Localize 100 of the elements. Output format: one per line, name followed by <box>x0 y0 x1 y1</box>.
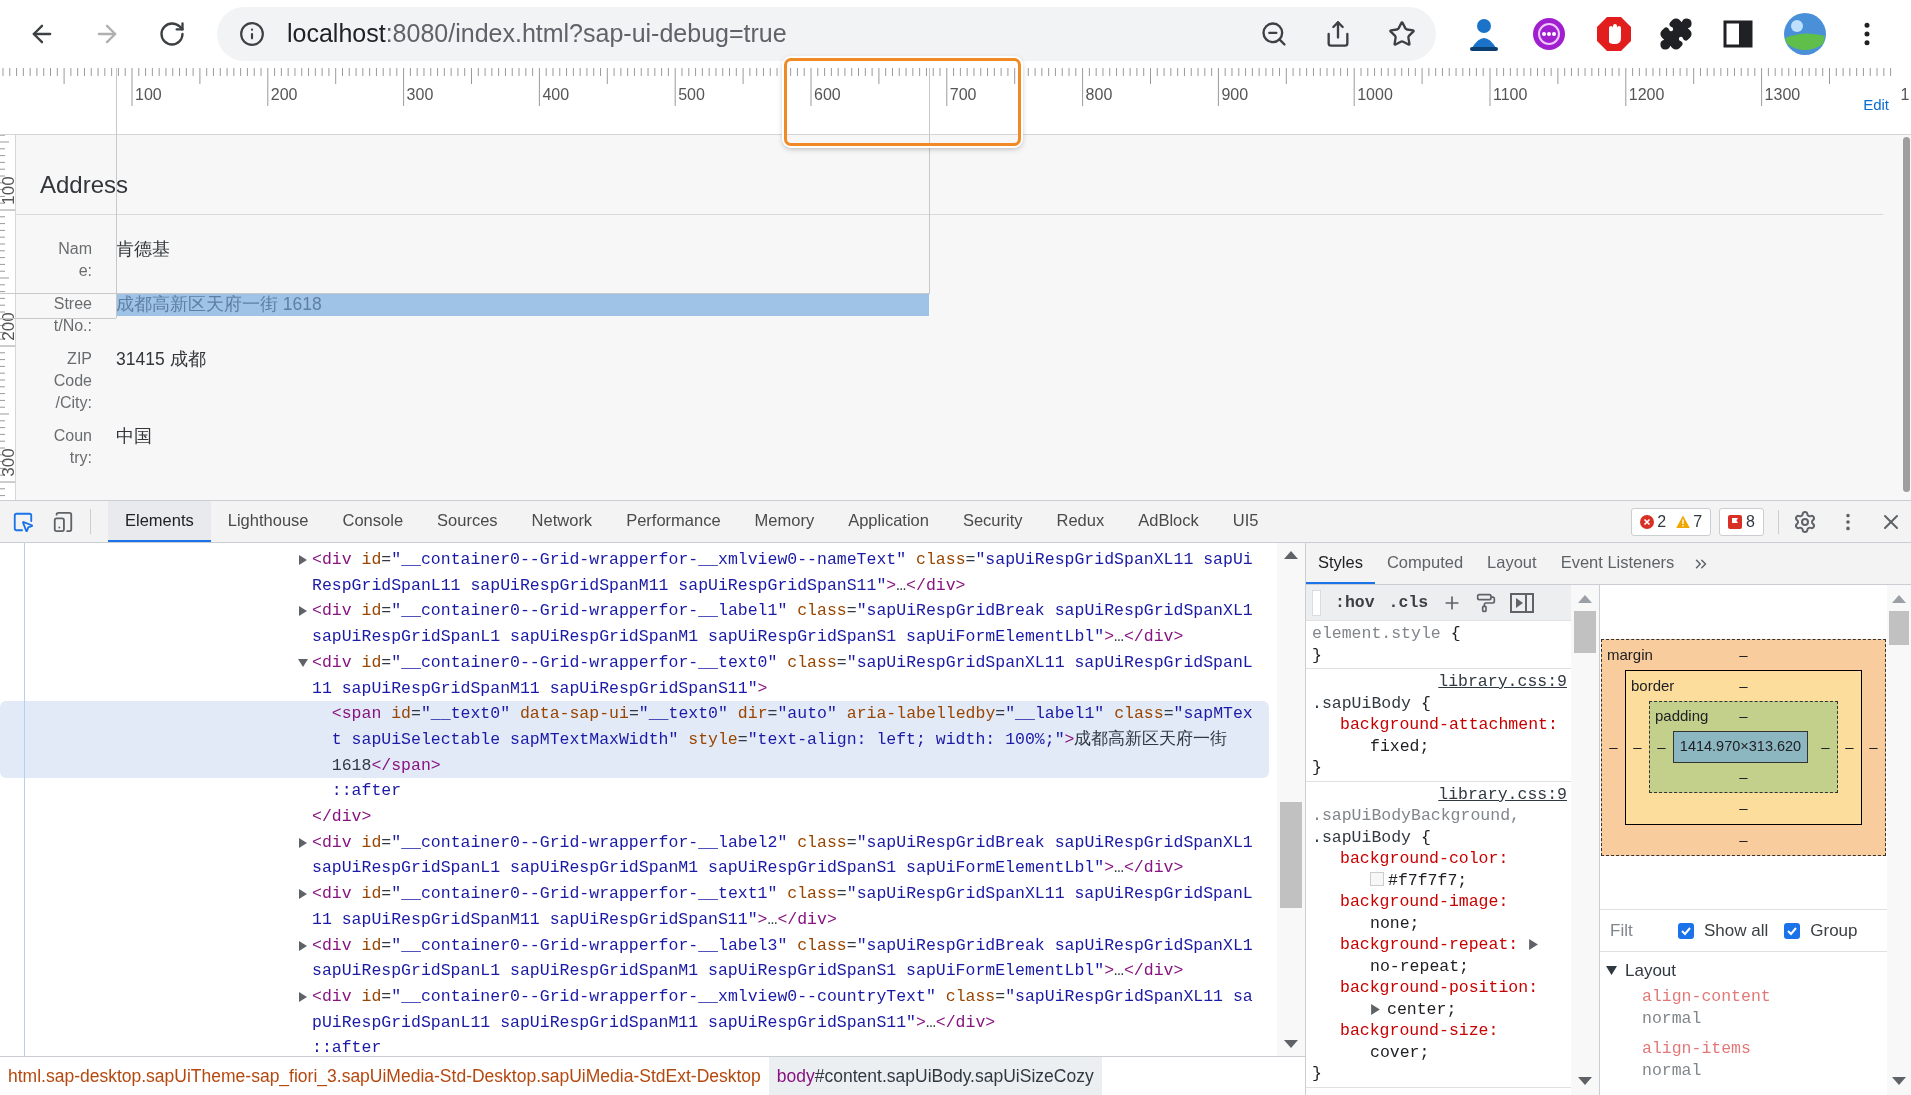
scrollbar[interactable] <box>1889 611 1909 645</box>
paint-roller-icon[interactable] <box>1476 592 1497 613</box>
disclosure-triangle-icon[interactable] <box>298 606 308 617</box>
ruler-label: 300 <box>0 447 17 479</box>
devtools-tab[interactable]: Sources <box>420 501 515 542</box>
css-selector[interactable]: .sapUiBodyBackground, .sapUiBody { <box>1312 805 1567 848</box>
box-label: border <box>1630 675 1675 696</box>
css-declaration[interactable]: background-size: cover; <box>1340 1020 1558 1063</box>
scrollbar[interactable] <box>1574 611 1596 653</box>
closing-brace: } <box>1312 1063 1323 1085</box>
breadcrumb[interactable]: html.sap-desktop.sapUiTheme-sap_fiori_3.sapUiMedia-Std-Desktop.sapUiMedia-StdExt-Desktop <box>0 1057 769 1095</box>
box-value: – <box>1820 736 1831 757</box>
sidebar-tab[interactable]: Layout <box>1475 543 1549 584</box>
issues-badge[interactable]: 8 <box>1719 507 1764 536</box>
puzzle-icon[interactable] <box>1659 17 1693 51</box>
selected-row[interactable]: <span id="__text0" data-sap-ui="__text0" dir="auto" aria-labelledby="__label1" class="sapMText sapUiSelectable sapMTextMaxWidth" style="text-align: left; width: 100%;">成都高新区天府一街 1618</span> <box>0 701 1269 779</box>
devtools-tab[interactable]: Performance <box>609 501 738 542</box>
box-value: – <box>1608 737 1619 758</box>
source-link[interactable]: library.css:9 <box>1438 671 1567 693</box>
scroll-down-icon[interactable] <box>1284 1040 1298 1048</box>
disclosure-triangle-icon[interactable] <box>298 889 308 900</box>
class-toggle[interactable]: .cls <box>1388 591 1429 614</box>
closing-brace: } <box>1312 757 1323 779</box>
devtools-tab[interactable]: Security <box>945 501 1040 542</box>
dom-node-line[interactable]: <div id="__container0--Grid-wrapperfor-__label3" class="sapUiRespGridBreak sapUiRespGridSpanXL1 sapUiRespGridSpanL1 sapUiRespGridSpanM1 sapUiRespGridSpanS1 sapUiFormElementLbl">…</div> <box>312 932 1256 984</box>
breadcrumb[interactable]: body#content.sapUiBody.sapUiSizeCozy <box>768 1057 1102 1095</box>
settings-icon[interactable] <box>1793 509 1817 534</box>
css-declaration[interactable]: background-image: none; <box>1340 891 1558 934</box>
scroll-down-icon[interactable] <box>1578 1077 1592 1085</box>
css-declaration[interactable]: background-repeat: no-repeat; <box>1340 934 1558 977</box>
sidebar-toggle-icon[interactable] <box>1510 592 1535 613</box>
scrollbar[interactable] <box>1902 137 1910 492</box>
devtools-tab[interactable]: Redux <box>1039 501 1122 542</box>
devtools-tab[interactable]: Network <box>514 501 610 542</box>
avatar-icon[interactable] <box>1783 12 1827 56</box>
star-icon[interactable] <box>1388 20 1416 48</box>
hover-state-toggle[interactable]: :hov <box>1335 591 1375 614</box>
disclosure-triangle-icon[interactable] <box>298 657 308 668</box>
sidebar-tab[interactable]: Computed <box>1374 543 1476 584</box>
disclosure-triangle-icon[interactable] <box>298 940 308 951</box>
ruler-label: 400 <box>542 85 570 105</box>
filter-field[interactable]: Filt <box>1610 917 1662 944</box>
checkbox[interactable] <box>1678 922 1694 939</box>
dom-node-line[interactable]: <div id="__container0--Grid-wrapperfor-__xmlview0--countryText" class="sapUiRespGridSpanXL11 sapUiRespGridSpanL11 sapUiRespGridSpanM11 sapUiRespGridSpanS11">…</div> <box>312 983 1256 1036</box>
color-swatch[interactable] <box>1370 871 1384 886</box>
devtools-tab[interactable]: Memory <box>737 501 832 542</box>
dom-node-line[interactable]: ::after <box>331 778 1256 805</box>
closing-tag-line[interactable]: </div> <box>312 804 372 830</box>
dom-node-line[interactable]: ::after <box>312 1035 1256 1056</box>
css-declaration[interactable]: background-position: center; <box>1340 977 1558 1020</box>
inspect-icon[interactable] <box>12 510 34 533</box>
issue-count: 8 <box>1746 511 1755 532</box>
address-bar[interactable]: localhost:8080/index.html?sap-ui-debug=true <box>217 7 1436 61</box>
section-triangle-icon[interactable] <box>1606 965 1617 977</box>
css-declaration[interactable]: background-color: #f7f7f7; <box>1340 848 1558 891</box>
checkbox[interactable] <box>1784 922 1801 939</box>
scroll-down-icon[interactable] <box>1892 1077 1906 1085</box>
dom-node-line[interactable]: <div id="__container0--Grid-wrapperfor-__text0" class="sapUiRespGridSpanXL11 sapUiRespGridSpanL11 sapUiRespGridSpanM11 sapUiRespGridSpanS11"> <box>312 649 1256 702</box>
expand-triangle-icon[interactable] <box>1528 939 1540 951</box>
field-value: 中国 <box>116 425 152 447</box>
info-icon[interactable] <box>239 21 265 47</box>
sidebar-tab[interactable]: Event Listeners <box>1548 543 1687 584</box>
dom-node-line[interactable]: <div id="__container0--Grid-wrapperfor-__text1" class="sapUiRespGridSpanXL11 sapUiRespGridSpanL11 sapUiRespGridSpanM11 sapUiRespGridSpanS11">…</div> <box>312 881 1256 933</box>
ruler-label: 1100 <box>1493 85 1528 105</box>
address-text[interactable]: localhost:8080/index.html?sap-ui-debug=true <box>287 15 787 53</box>
source-link[interactable]: library.css:9 <box>1438 783 1567 805</box>
error-icon <box>1640 514 1655 529</box>
zoom-out-icon[interactable] <box>1260 20 1288 48</box>
css-declaration[interactable]: background-attachment: fixed; <box>1340 714 1558 757</box>
devtools-tab[interactable]: Elements <box>108 501 211 542</box>
box-label: padding <box>1654 706 1709 727</box>
field-value: 肯德基 <box>116 238 170 260</box>
edit-link[interactable]: Edit <box>1863 94 1889 117</box>
devtools-tab[interactable]: UI5 <box>1215 501 1276 542</box>
css-selector[interactable]: .sapUiBody { <box>1312 692 1567 714</box>
devtools-tab[interactable]: Application <box>831 501 946 542</box>
flag-icon <box>1728 514 1743 529</box>
ruler-label: 500 <box>678 85 705 105</box>
dom-node-line[interactable]: <div id="__container0--Grid-wrapperfor-__label1" class="sapUiRespGridBreak sapUiRespGridSpanXL1 sapUiRespGridSpanL1 sapUiRespGridSpanM1 sapUiRespGridSpanS1 sapUiFormElementLbl">…</div> <box>312 598 1256 650</box>
expand-triangle-icon[interactable] <box>1370 1003 1381 1015</box>
dom-node-line[interactable]: <div id="__container0--Grid-wrapperfor-__xmlview0--nameText" class="sapUiRespGridSpanXL11 sapUiRespGridSpanL11 sapUiRespGridSpanM11 sapUiRespGridSpanS11">…</div> <box>312 547 1256 599</box>
console-messages-badge[interactable]: 2 7 <box>1631 507 1712 536</box>
disclosure-triangle-icon[interactable] <box>298 991 308 1002</box>
field-label: Street/No.: <box>52 294 92 336</box>
stop-hand-icon[interactable] <box>1594 14 1634 54</box>
disclosure-triangle-icon[interactable] <box>298 555 308 565</box>
scrollbar[interactable] <box>1280 802 1302 908</box>
scroll-up-icon[interactable] <box>1284 551 1298 559</box>
filter-field[interactable] <box>1312 589 1321 616</box>
section-title[interactable]: Layout <box>1625 958 1677 984</box>
device-toolbar-icon[interactable] <box>52 510 74 533</box>
box-value: – <box>1739 675 1748 696</box>
dom-node-line[interactable]: <div id="__container0--Grid-wrapperfor-__label2" class="sapUiRespGridBreak sapUiRespGridSpanXL1 sapUiRespGridSpanL1 sapUiRespGridSpanM1 sapUiRespGridSpanS1 sapUiFormElementLbl">…</div> <box>312 829 1256 882</box>
ruler-label: 1300 <box>1764 85 1801 105</box>
devtools-tab[interactable]: AdBlock <box>1121 501 1216 542</box>
devtools-tab[interactable]: Console <box>325 501 421 542</box>
disclosure-triangle-icon[interactable] <box>298 837 308 848</box>
devtools-tab[interactable]: Lighthouse <box>210 501 326 542</box>
css-selector[interactable]: element.style { <box>1312 623 1567 645</box>
dom-node-line[interactable]: <span id="__text0" data-sap-ui="__text0" dir="auto" aria-labelledby="__label1" class="sapMText sapUiSelectable sapMTextMaxWidth" style="text-align: left; width: 100%;">成都高新区天府一街 1618</span> <box>331 701 1256 779</box>
